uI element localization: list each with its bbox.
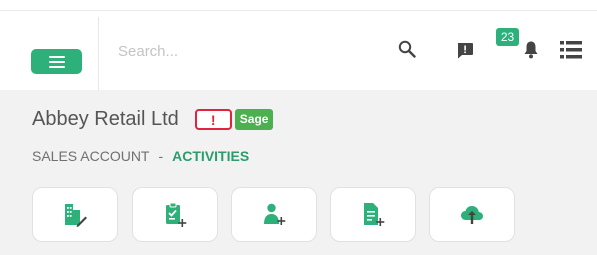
cloud-upload-button[interactable] xyxy=(429,187,515,242)
account-title-row: Abbey Retail Ltd ! Sage xyxy=(32,108,274,131)
breadcrumb-current: ACTIVITIES xyxy=(172,148,250,164)
chat-icon[interactable] xyxy=(456,42,474,59)
notifications-button[interactable]: 23 xyxy=(496,28,546,64)
search-icon[interactable] xyxy=(398,40,416,58)
list-icon[interactable] xyxy=(560,40,582,59)
breadcrumb-section[interactable]: SALES ACCOUNT xyxy=(32,148,149,164)
breadcrumb-separator: - xyxy=(158,148,164,164)
add-contact-button[interactable] xyxy=(231,187,317,242)
notification-count-badge: 23 xyxy=(496,28,519,46)
edit-company-button[interactable] xyxy=(32,187,118,242)
search-input[interactable] xyxy=(118,38,358,64)
sage-badge: Sage xyxy=(234,109,274,130)
cloud-upload-icon xyxy=(461,205,483,224)
edit-company-icon xyxy=(65,203,87,227)
navbar-divider xyxy=(98,17,99,90)
add-document-icon xyxy=(364,202,385,226)
add-task-icon xyxy=(166,202,187,227)
add-task-button[interactable] xyxy=(132,187,218,242)
alert-badge[interactable]: ! xyxy=(194,109,232,130)
add-document-button[interactable] xyxy=(330,187,416,242)
company-name: Abbey Retail Ltd xyxy=(32,108,179,130)
menu-toggle-button[interactable] xyxy=(31,49,82,74)
account-header-panel: Abbey Retail Ltd ! Sage SALES ACCOUNT - … xyxy=(0,90,597,255)
bell-icon xyxy=(524,41,538,59)
menu-icon xyxy=(48,55,65,68)
breadcrumb: SALES ACCOUNT - ACTIVITIES xyxy=(32,148,249,164)
add-contact-icon xyxy=(264,203,286,225)
